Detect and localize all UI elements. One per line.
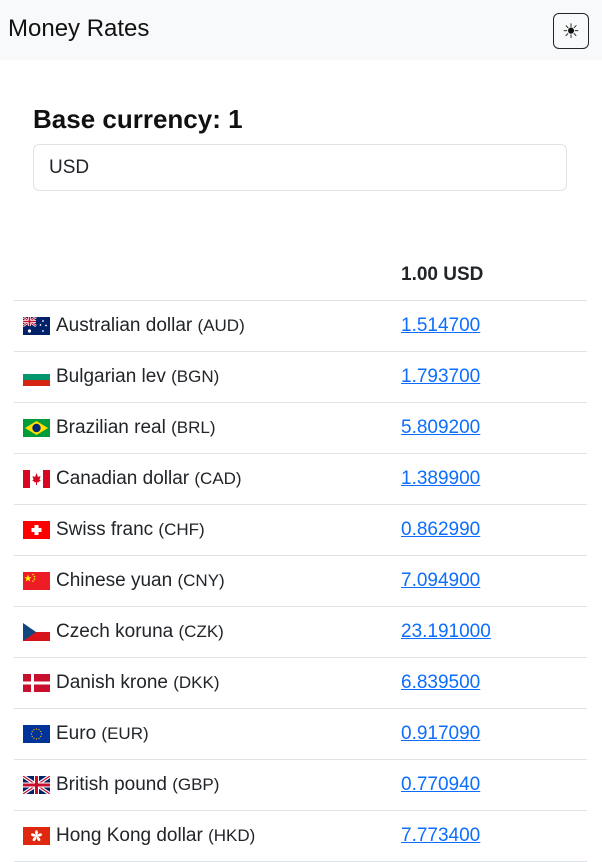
bg-flag-icon	[23, 367, 50, 386]
table-row: Czech koruna (CZK) 23.191000	[14, 606, 587, 658]
currency-name: Canadian dollar	[56, 468, 190, 489]
rate-link[interactable]: 0.917090	[401, 723, 480, 744]
hk-flag-icon	[23, 826, 50, 845]
rate-column-header: 1.00 USD	[401, 250, 587, 301]
rate-link[interactable]: 1.389900	[401, 468, 480, 489]
currency-name: Brazilian real	[56, 417, 166, 438]
dk-flag-icon	[23, 673, 50, 692]
currency-code: (HKD)	[208, 826, 256, 845]
rate-link[interactable]: 7.094900	[401, 570, 480, 591]
table-row: British pound (GBP) 0.770940	[14, 759, 587, 811]
currency-code: (CHF)	[158, 520, 205, 539]
base-currency-input[interactable]	[33, 144, 567, 191]
rate-link[interactable]: 1.514700	[401, 315, 480, 336]
currency-code: (CZK)	[178, 622, 224, 641]
currency-name: Chinese yuan	[56, 570, 173, 591]
currency-name: Hong Kong dollar	[56, 825, 203, 846]
sun-icon: ☀	[562, 20, 580, 43]
currency-name: Australian dollar	[56, 315, 193, 336]
rates-table: 1.00 USD Australian dollar (AUD) 1.51470…	[14, 250, 587, 862]
table-row: Bulgarian lev (BGN) 1.793700	[14, 351, 587, 403]
currency-code: (GBP)	[172, 775, 220, 794]
rate-link[interactable]: 6.839500	[401, 672, 480, 693]
rate-link[interactable]: 1.793700	[401, 366, 480, 387]
rate-link[interactable]: 0.770940	[401, 774, 480, 795]
au-flag-icon	[23, 316, 50, 335]
currency-name: Danish krone	[56, 672, 168, 693]
table-row: Euro (EUR) 0.917090	[14, 708, 587, 760]
table-row: Australian dollar (AUD) 1.514700	[14, 300, 587, 352]
table-row: Chinese yuan (CNY) 7.094900	[14, 555, 587, 607]
table-header-row: 1.00 USD	[14, 250, 587, 301]
br-flag-icon	[23, 418, 50, 437]
rate-link[interactable]: 23.191000	[401, 621, 491, 642]
table-row: Canadian dollar (CAD) 1.389900	[14, 453, 587, 505]
ca-flag-icon	[23, 469, 50, 488]
currency-name: British pound	[56, 774, 167, 795]
table-row: Brazilian real (BRL) 5.809200	[14, 402, 587, 454]
ch-flag-icon	[23, 520, 50, 539]
cz-flag-icon	[23, 622, 50, 641]
table-row: Danish krone (DKK) 6.839500	[14, 657, 587, 709]
table-row: Swiss franc (CHF) 0.862990	[14, 504, 587, 556]
currency-code: (CAD)	[194, 469, 242, 488]
currency-name: Czech koruna	[56, 621, 174, 642]
currency-code: (EUR)	[101, 724, 149, 743]
gb-flag-icon	[23, 775, 50, 794]
currency-column-header	[14, 250, 401, 301]
currency-code: (BGN)	[171, 367, 220, 386]
eu-flag-icon	[23, 724, 50, 743]
currency-name: Bulgarian lev	[56, 366, 166, 387]
theme-toggle-button[interactable]: ☀	[553, 13, 589, 49]
currency-name: Swiss franc	[56, 519, 154, 540]
currency-code: (CNY)	[177, 571, 225, 590]
table-row: Hong Kong dollar (HKD) 7.773400	[14, 810, 587, 862]
currency-code: (AUD)	[197, 316, 245, 335]
currency-name: Euro	[56, 723, 97, 744]
currency-code: (DKK)	[173, 673, 220, 692]
base-currency-title: Base currency: 1	[33, 104, 243, 134]
rate-link[interactable]: 0.862990	[401, 519, 480, 540]
navbar: Money Rates ☀	[0, 0, 602, 60]
cn-flag-icon	[23, 571, 50, 590]
app-title[interactable]: Money Rates	[8, 14, 149, 44]
rate-link[interactable]: 7.773400	[401, 825, 480, 846]
rate-link[interactable]: 5.809200	[401, 417, 480, 438]
currency-code: (BRL)	[171, 418, 216, 437]
